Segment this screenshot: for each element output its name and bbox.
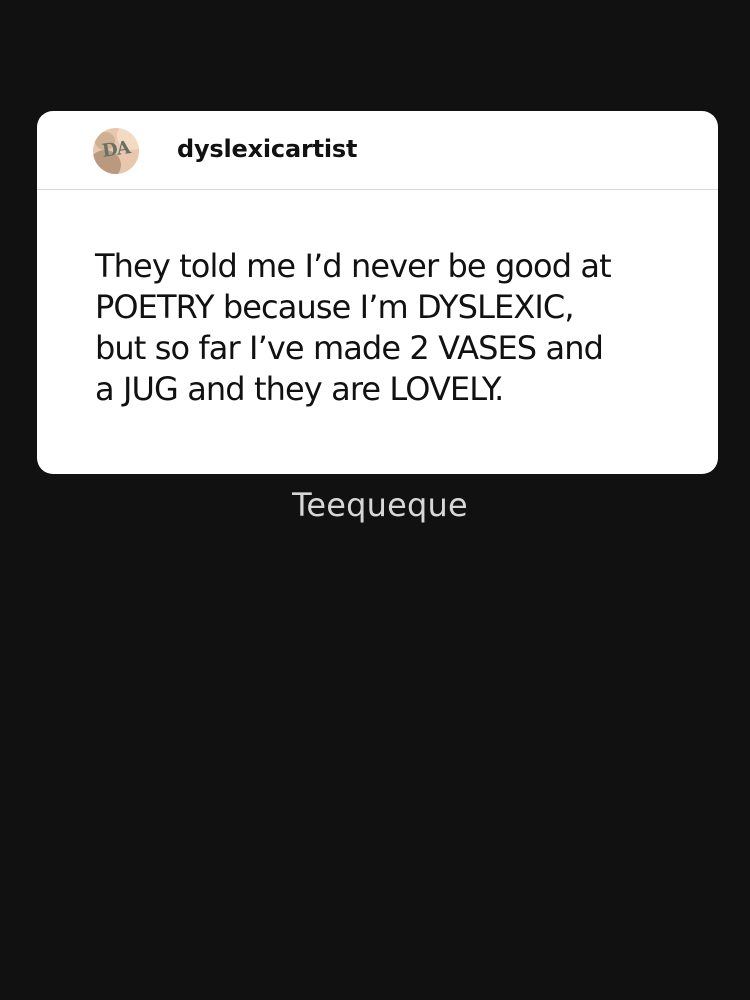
avatar-initials: DA [100,137,132,162]
post-header: DA dyslexicartist [37,111,718,190]
post-message-line: They told me I’d never be good at [95,247,612,285]
profile-avatar[interactable]: DA [93,128,139,174]
post-message-line: but so far I’ve made 2 VASES and [95,329,604,367]
artist-credit: Teequeque [292,486,468,524]
post-message-line: POETRY because I’m DYSLEXIC, [95,288,575,326]
username[interactable]: dyslexicartist [177,133,357,165]
post-card: DA dyslexicartist They told me I’d never… [37,111,718,474]
post-message-line: a JUG and they are LOVELY. [95,370,504,408]
post-message: They told me I’d never be good at POETRY… [95,246,675,410]
